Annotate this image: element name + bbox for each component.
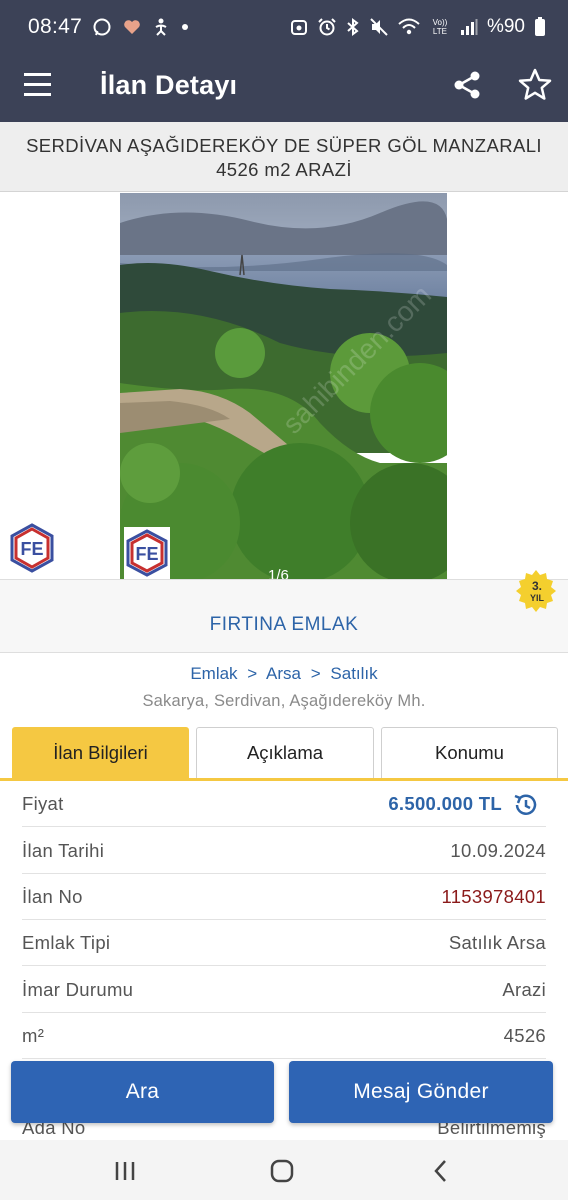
battery-icon <box>534 17 546 37</box>
listing-number: 1153978401 <box>441 886 546 907</box>
status-left: 08:47 <box>28 15 190 39</box>
year-badge: 3. YIL <box>513 568 559 614</box>
row-label: m² <box>22 1025 45 1046</box>
tab-bar: İlan Bilgileri Açıklama Konumu <box>0 727 568 781</box>
row-value: 10.09.2024 <box>450 840 546 861</box>
status-time: 08:47 <box>28 15 83 38</box>
menu-icon[interactable] <box>24 73 54 103</box>
table-row: Fiyat 6.500.000 TL <box>22 781 546 827</box>
price-value: 6.500.000 TL <box>388 793 502 814</box>
svg-text:FE: FE <box>135 544 158 564</box>
row-label: Emlak Tipi <box>22 932 111 953</box>
breadcrumb-separator: > <box>310 664 321 683</box>
badge-number: 3. <box>532 579 542 593</box>
tab-aciklama[interactable]: Açıklama <box>196 727 374 779</box>
share-icon[interactable] <box>450 68 484 102</box>
system-nav-bar <box>0 1140 568 1200</box>
call-button[interactable]: Ara <box>11 1061 274 1123</box>
message-button[interactable]: Mesaj Gönder <box>289 1061 553 1123</box>
tab-konumu[interactable]: Konumu <box>381 727 558 779</box>
row-value: Arazi <box>502 979 546 1000</box>
listing-title: SERDİVAN AŞAĞIDEREKÖY DE SÜPER GÖL MANZA… <box>0 122 568 192</box>
svg-text:FE: FE <box>20 539 43 559</box>
breadcrumb: Emlak > Arsa > Satılık <box>0 664 568 684</box>
row-value: Satılık Arsa <box>448 932 546 953</box>
row-label: İmar Durumu <box>22 979 134 1000</box>
accessibility-icon <box>152 17 170 37</box>
home-icon[interactable] <box>267 1156 297 1186</box>
table-row: İmar Durumu Arazi <box>22 967 546 1013</box>
table-row: İlan No 1153978401 <box>22 874 546 920</box>
listing-title-line1: SERDİVAN AŞAĞIDEREKÖY DE SÜPER GÖL MANZA… <box>26 135 542 156</box>
row-label: İlan No <box>22 886 83 907</box>
table-row: m² 4526 <box>22 1013 546 1059</box>
health-icon <box>122 17 142 37</box>
agency-section[interactable]: FIRTINA EMLAK 3. YIL <box>0 570 568 653</box>
listing-photo[interactable]: sahibinden.com <box>120 193 447 579</box>
row-label: Fiyat <box>22 793 64 814</box>
listing-title-line2: 4526 m2 ARAZİ <box>216 159 352 180</box>
agency-logo-icon: FE <box>10 523 54 573</box>
photo-counter: 1/6 <box>268 567 289 579</box>
breadcrumb-item-arsa[interactable]: Arsa <box>266 664 301 683</box>
star-icon[interactable] <box>516 66 554 104</box>
photo-gallery[interactable]: FE sahibinden.com FE 1/6 <box>0 193 568 579</box>
alarm-icon <box>317 17 337 37</box>
breadcrumb-separator: > <box>247 664 258 683</box>
dot-icon <box>180 22 190 32</box>
table-row: Emlak Tipi Satılık Arsa <box>22 920 546 966</box>
photo-logo-icon: FE <box>124 527 170 579</box>
volte-icon: Vo)) LTE <box>432 18 448 36</box>
row-value: 4526 <box>503 1025 546 1046</box>
price-history-icon[interactable] <box>512 791 540 819</box>
badge-unit: YIL <box>530 593 545 603</box>
whatsapp-icon <box>92 17 112 37</box>
status-right: Vo)) LTE %90 <box>290 16 546 38</box>
tab-ilan-bilgileri[interactable]: İlan Bilgileri <box>12 727 189 779</box>
mute-icon <box>369 17 389 37</box>
camera-icon <box>290 18 308 36</box>
breadcrumb-item-satilik[interactable]: Satılık <box>330 664 377 683</box>
agency-name[interactable]: FIRTINA EMLAK <box>0 614 568 636</box>
battery-level: %90 <box>486 16 525 37</box>
location-text: Sakarya, Serdivan, Aşağıdereköy Mh. <box>142 692 426 710</box>
app-bar: İlan Detayı <box>0 54 568 122</box>
status-bar: 08:47 Vo)) LTE %90 <box>0 0 568 54</box>
recent-apps-icon[interactable] <box>110 1156 140 1186</box>
table-row: İlan Tarihi 10.09.2024 <box>22 828 546 874</box>
bluetooth-icon <box>346 17 360 37</box>
signal-icon <box>460 18 478 36</box>
page-title: İlan Detayı <box>100 70 238 100</box>
wifi-icon <box>398 18 420 36</box>
row-label: İlan Tarihi <box>22 840 105 861</box>
back-icon[interactable] <box>426 1156 456 1186</box>
breadcrumb-item-emlak[interactable]: Emlak <box>190 664 237 683</box>
